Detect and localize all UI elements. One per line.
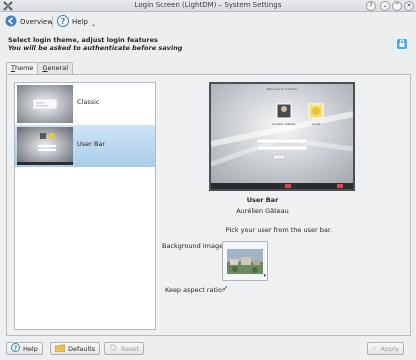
- background-image-button[interactable]: ▾: [222, 241, 268, 281]
- background-thumbnail-icon: [227, 249, 263, 274]
- apply-button[interactable]: ✓ Apply: [367, 342, 404, 355]
- toolbar: Overview ? Help ⌄: [0, 12, 416, 32]
- tab-general[interactable]: General: [37, 62, 74, 74]
- preview-welcome-text: Welcome to kubuntu: [266, 87, 298, 91]
- theme-name-user-bar: User Bar: [77, 140, 105, 148]
- tab-bar: Theme General: [6, 62, 74, 75]
- background-image-label: Background image:: [162, 242, 226, 250]
- window-title: Login Screen (LightDM) – System Settings: [134, 1, 282, 9]
- help-button[interactable]: ? Help: [6, 342, 43, 355]
- minimize-icon[interactable]: ⌄: [380, 1, 390, 11]
- svg-text:?: ?: [14, 345, 18, 352]
- user-bar-thumbnail: [17, 127, 73, 165]
- theme-description: Pick your user from the user bar.: [225, 226, 332, 234]
- reset-button[interactable]: Reset: [104, 342, 145, 355]
- help-window-icon[interactable]: ?: [366, 1, 376, 11]
- title-bar: Login Screen (LightDM) – System Settings…: [0, 0, 416, 12]
- theme-author: Aurélien Gâteau: [236, 207, 289, 215]
- defaults-button[interactable]: Defaults: [50, 342, 101, 355]
- theme-name-classic: Classic: [77, 98, 100, 106]
- help-icon: ?: [57, 15, 69, 29]
- theme-preview: Welcome to kubuntu Aurélien Gâteau Guest: [209, 82, 355, 191]
- header-line1: Select login theme, adjust login feature…: [8, 36, 158, 44]
- keep-aspect-ratio-checkbox[interactable]: ✓: [222, 285, 229, 293]
- header-line2: You will be asked to authenticate before…: [8, 44, 183, 52]
- preview-user-1: Aurélien Gâteau: [271, 122, 297, 126]
- keep-aspect-ratio-label: Keep aspect ratio:: [165, 286, 224, 294]
- classic-thumbnail: [17, 85, 73, 123]
- theme-item-user-bar[interactable]: User Bar: [15, 125, 155, 167]
- back-arrow-icon: [5, 15, 17, 29]
- defaults-icon: [54, 344, 66, 354]
- page-header: Select login theme, adjust login feature…: [8, 36, 182, 52]
- help-icon: ?: [11, 343, 20, 354]
- overview-label: Overview: [20, 18, 53, 26]
- theme-title: User Bar: [246, 196, 279, 204]
- chevron-down-icon: ⌄: [90, 20, 96, 28]
- svg-text:?: ?: [61, 17, 66, 26]
- theme-item-classic[interactable]: Classic: [15, 83, 155, 125]
- authentication-icon: [396, 38, 408, 50]
- maximize-icon[interactable]: ⌃: [392, 1, 402, 11]
- help-label: Help: [72, 18, 88, 26]
- dropdown-arrow-icon: ▾: [263, 273, 266, 279]
- checkmark-icon: ✓: [372, 344, 378, 353]
- theme-list[interactable]: Classic User Bar: [14, 82, 156, 330]
- overview-button[interactable]: Overview: [5, 15, 53, 29]
- toolbar-separator: [52, 16, 53, 28]
- preview-user-2: Guest: [311, 122, 321, 126]
- close-icon[interactable]: ×: [404, 1, 414, 11]
- help-menu-button[interactable]: ? Help ⌄: [57, 15, 96, 29]
- reset-icon: [109, 343, 118, 354]
